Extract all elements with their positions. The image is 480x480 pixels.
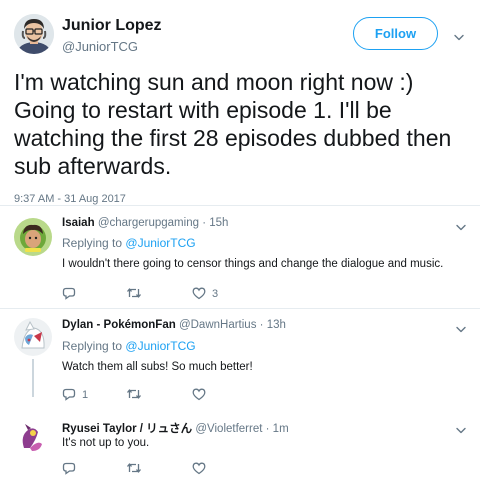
- main-tweet: Junior Lopez @JuniorTCG Follow I'm watch…: [0, 0, 480, 212]
- retweet-icon: [126, 463, 142, 473]
- replying-to: Replying to @JuniorTCG: [62, 236, 196, 250]
- reply-author[interactable]: Dylan - PokémonFan @DawnHartius · 13h: [62, 319, 286, 331]
- reply-icon: [62, 388, 76, 401]
- heart-icon: [192, 287, 206, 300]
- separator: ·: [199, 217, 210, 229]
- chevron-down-icon[interactable]: [455, 423, 467, 434]
- retweet-button[interactable]: [126, 388, 148, 400]
- retweet-icon: [126, 288, 142, 298]
- like-button[interactable]: [192, 388, 212, 401]
- replying-to-prefix: Replying to: [62, 339, 123, 353]
- reply-author-handle[interactable]: @Violetferret: [195, 423, 262, 435]
- author-handle[interactable]: @JuniorTCG: [62, 39, 138, 54]
- replying-to: Replying to @JuniorTCG: [62, 339, 196, 353]
- reply-author-name[interactable]: Dylan - PokémonFan: [62, 319, 176, 331]
- reply-avatar[interactable]: [14, 418, 52, 456]
- reply-time[interactable]: 13h: [267, 319, 286, 331]
- replying-to-link[interactable]: @JuniorTCG: [125, 339, 195, 353]
- reply-author-name[interactable]: Isaiah: [62, 217, 95, 229]
- reply-button[interactable]: [62, 287, 82, 300]
- separator: ·: [262, 423, 273, 435]
- retweet-button[interactable]: [126, 462, 148, 474]
- reply-icon: [62, 287, 76, 300]
- like-button[interactable]: 3: [192, 287, 218, 300]
- divider: [0, 308, 480, 309]
- reply-avatar[interactable]: [14, 218, 52, 256]
- follow-button[interactable]: Follow: [353, 17, 438, 50]
- replying-to-prefix: Replying to: [62, 236, 123, 250]
- replying-to-link[interactable]: @JuniorTCG: [125, 236, 195, 250]
- reply-button[interactable]: 1: [62, 388, 88, 401]
- reply-author[interactable]: Ryusei Taylor / リュさん @Violetferret · 1m: [62, 420, 289, 436]
- like-count: 3: [212, 287, 219, 300]
- retweet-icon: [126, 389, 142, 399]
- reply-author-handle[interactable]: @chargerupgaming: [98, 217, 199, 229]
- author-name[interactable]: Junior Lopez: [62, 17, 162, 35]
- tweet-timestamp[interactable]: 9:37 AM - 31 Aug 2017: [14, 193, 126, 205]
- separator: ·: [256, 319, 267, 331]
- reply-button[interactable]: [62, 462, 82, 475]
- chevron-down-icon[interactable]: [453, 30, 465, 41]
- thread-connector: [32, 359, 34, 397]
- heart-icon: [192, 462, 206, 475]
- heart-icon: [192, 388, 206, 401]
- reply-text: Watch them all subs! So much better!: [62, 361, 253, 373]
- reply-avatar[interactable]: [14, 318, 52, 356]
- reply-count: 1: [82, 388, 89, 401]
- retweet-button[interactable]: [126, 287, 148, 299]
- reply-author[interactable]: Isaiah @chargerupgaming · 15h: [62, 217, 228, 229]
- reply-time[interactable]: 1m: [273, 423, 289, 435]
- reply-author-handle[interactable]: @DawnHartius: [179, 319, 257, 331]
- chevron-down-icon[interactable]: [455, 322, 467, 333]
- author-avatar[interactable]: [14, 14, 54, 54]
- reply-time[interactable]: 15h: [209, 217, 228, 229]
- chevron-down-icon[interactable]: [455, 220, 467, 231]
- reply-icon: [62, 462, 76, 475]
- tweet-text: I'm watching sun and moon right now :) G…: [14, 69, 452, 179]
- reply-author-name[interactable]: Ryusei Taylor / リュさん: [62, 423, 192, 435]
- reply-text: It's not up to you.: [62, 437, 150, 449]
- divider: [0, 205, 480, 206]
- reply-text: I wouldn't there going to censor things …: [62, 258, 444, 270]
- like-button[interactable]: [192, 462, 212, 475]
